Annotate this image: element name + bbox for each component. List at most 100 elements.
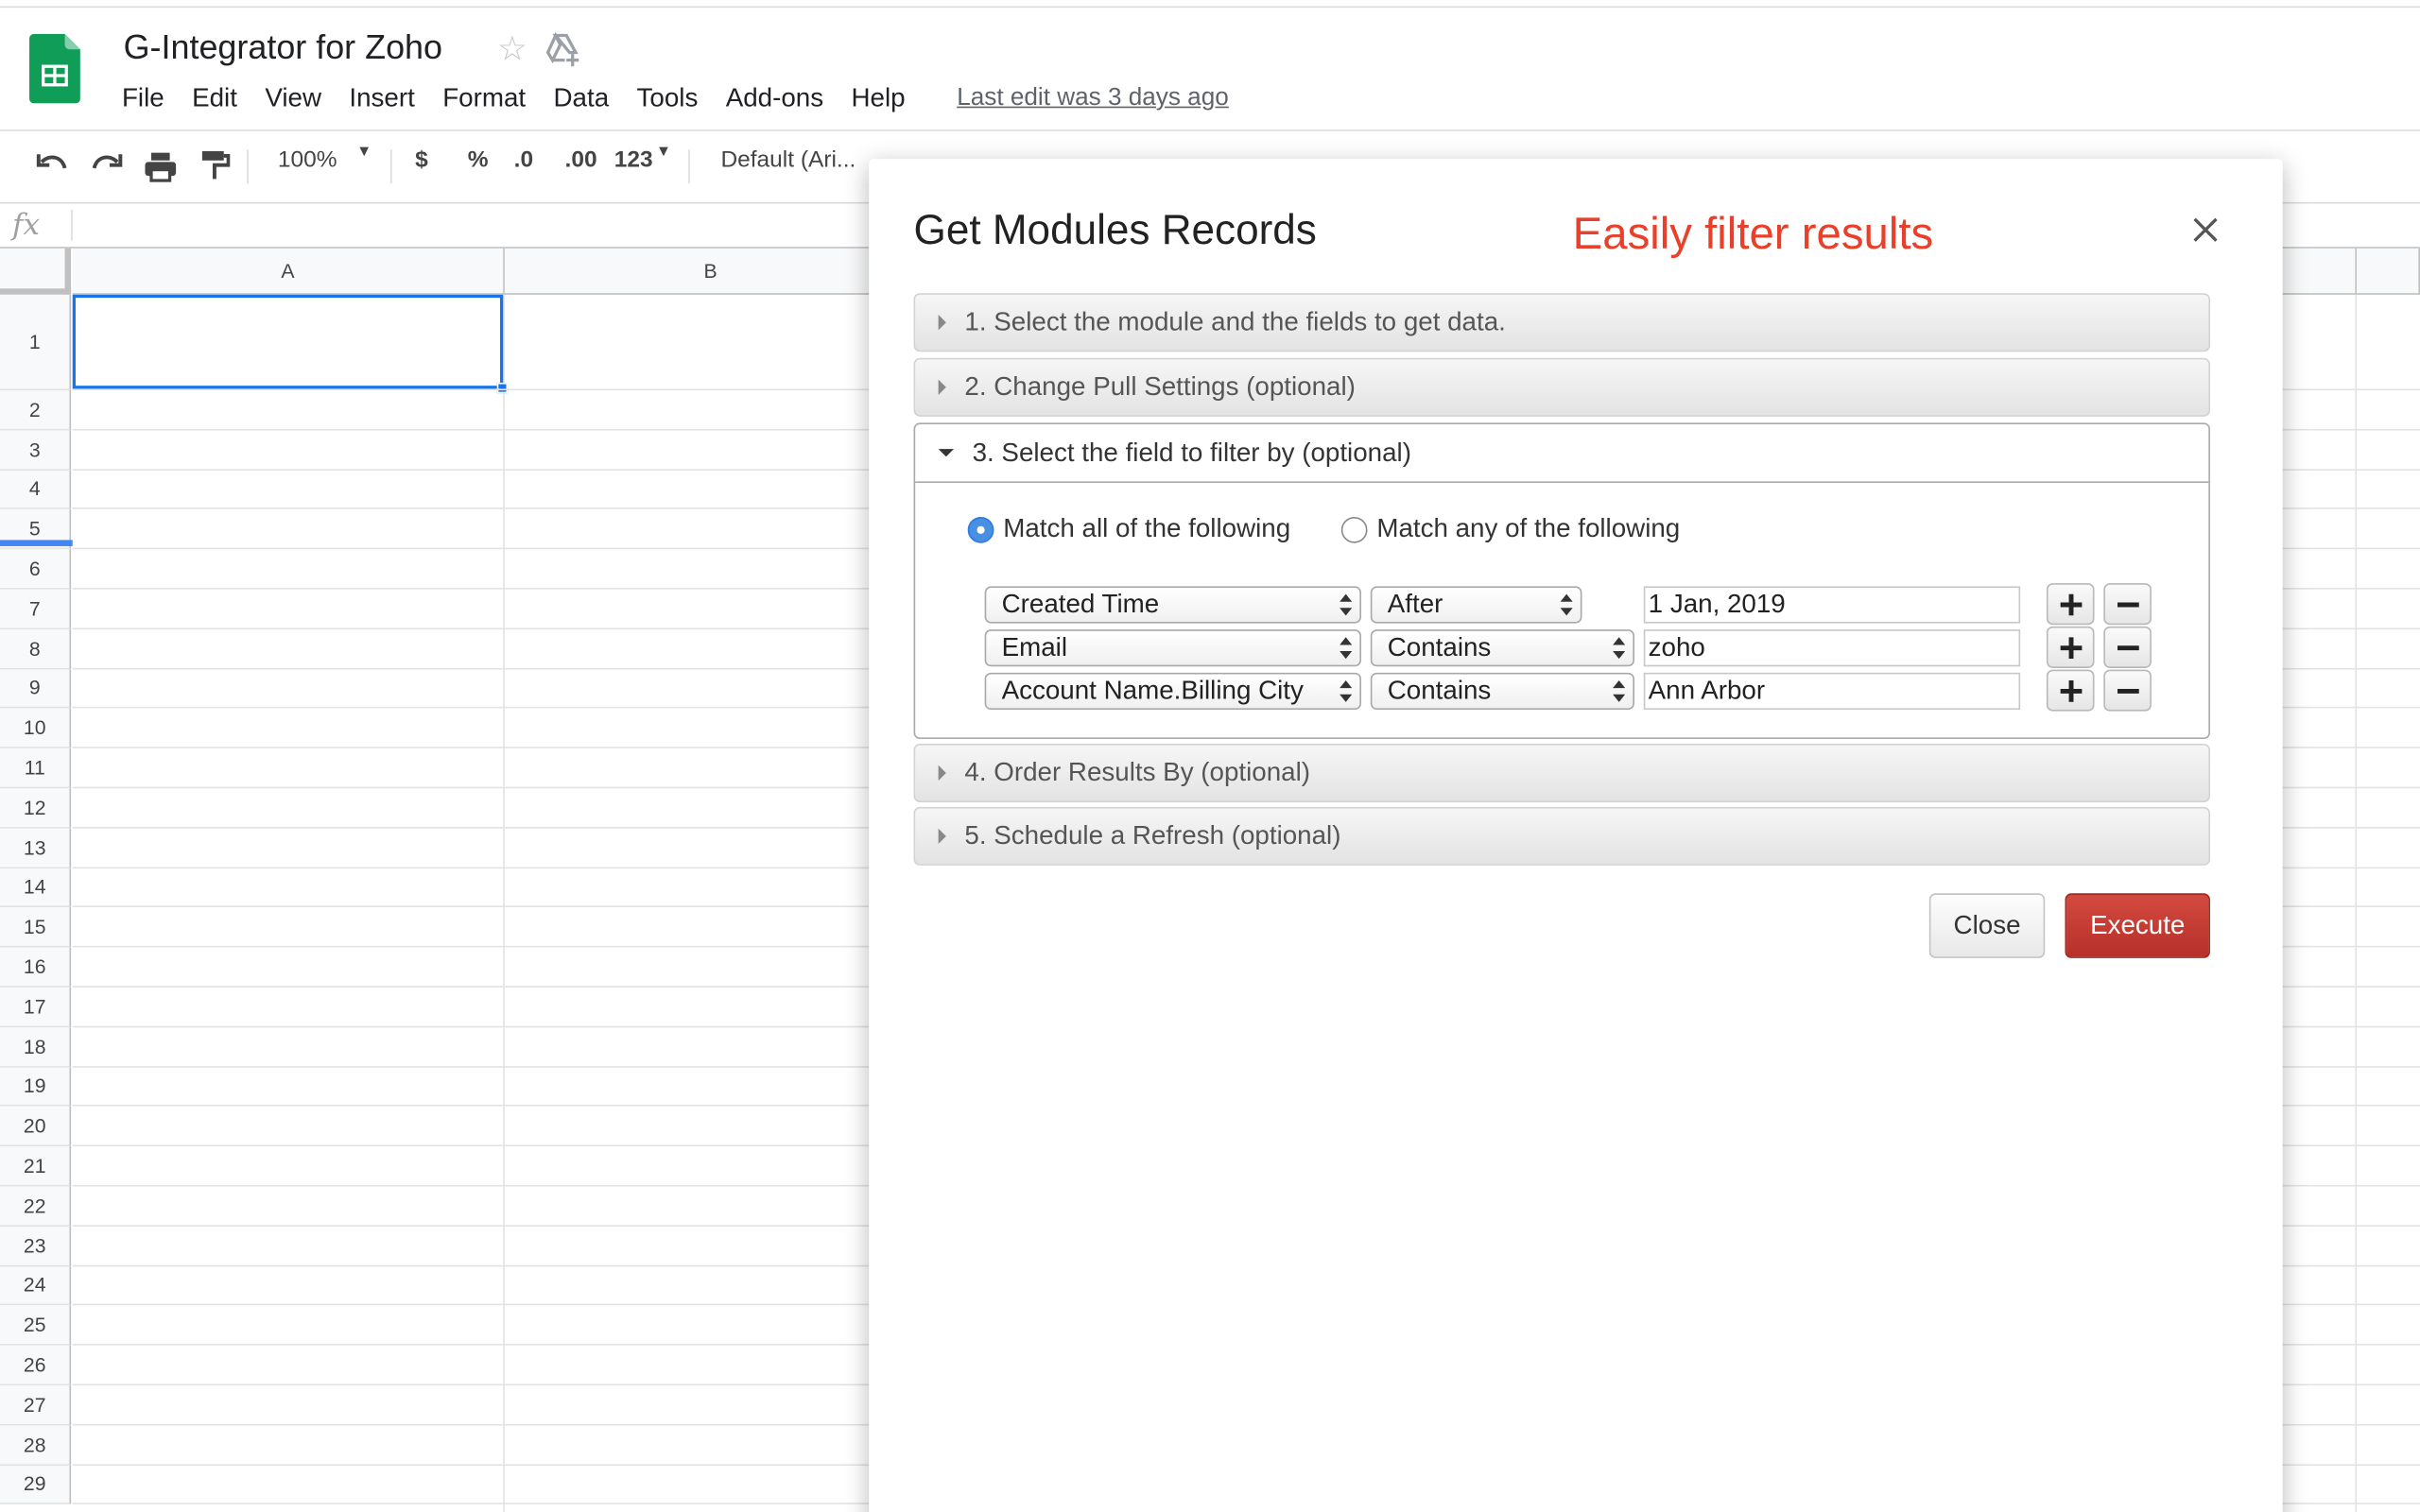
formula-separator: [71, 210, 73, 241]
row-header[interactable]: 9: [0, 668, 72, 710]
font-select[interactable]: Default (Ari...: [720, 146, 856, 173]
filter-value-input[interactable]: Ann Arbor: [1643, 672, 2021, 711]
undo-icon[interactable]: [36, 149, 70, 180]
filter-operator-select[interactable]: Contains: [1370, 629, 1634, 667]
match-any-radio[interactable]: [1340, 516, 1368, 542]
paint-format-icon[interactable]: [199, 148, 231, 182]
menu-data[interactable]: Data: [554, 83, 610, 114]
select-arrows-icon: [1560, 593, 1573, 616]
percent-format-button[interactable]: %: [468, 146, 489, 173]
menu-tools[interactable]: Tools: [637, 83, 699, 114]
row-header[interactable]: 19: [0, 1067, 72, 1108]
menu-view[interactable]: View: [265, 83, 321, 114]
column-gridline: [503, 294, 505, 1512]
close-icon[interactable]: [2188, 213, 2222, 247]
close-button[interactable]: Close: [1928, 893, 2046, 958]
row-header[interactable]: 23: [0, 1226, 72, 1266]
section-select-module[interactable]: 1. Select the module and the fields to g…: [913, 293, 2210, 352]
menu-addons[interactable]: Add-ons: [726, 83, 823, 114]
more-formats-button[interactable]: 123: [614, 146, 653, 173]
filter-operator-select[interactable]: After: [1370, 586, 1582, 624]
zoom-chevron-down-icon[interactable]: ▼: [356, 144, 372, 161]
match-any-option[interactable]: Match any of the following: [1340, 514, 1680, 545]
minus-icon: [2117, 688, 2139, 694]
selected-cell-a1[interactable]: [72, 294, 504, 389]
row-header[interactable]: 7: [0, 589, 72, 629]
add-filter-button[interactable]: [2046, 583, 2095, 626]
match-all-radio[interactable]: [967, 516, 994, 542]
section-label: 5. Schedule a Refresh (optional): [964, 820, 1341, 850]
column-header-c[interactable]: [2357, 248, 2420, 295]
row-header[interactable]: 21: [0, 1146, 72, 1187]
row-header[interactable]: 28: [0, 1425, 72, 1466]
decrease-decimal-button[interactable]: .0: [514, 146, 533, 173]
menu-help[interactable]: Help: [852, 83, 906, 114]
remove-filter-button[interactable]: [2103, 626, 2152, 668]
get-modules-records-dialog: Get Modules Records Easily filter result…: [869, 159, 2283, 1512]
row-header[interactable]: 17: [0, 987, 72, 1028]
last-edit-link[interactable]: Last edit was 3 days ago: [957, 85, 1229, 112]
row-header[interactable]: 22: [0, 1186, 72, 1227]
row-header[interactable]: 6: [0, 549, 72, 590]
row-header[interactable]: 1: [0, 294, 72, 391]
filter-value-input[interactable]: 1 Jan, 2019: [1643, 586, 2021, 624]
row-header[interactable]: 4: [0, 470, 72, 510]
match-all-label: Match all of the following: [1003, 513, 1291, 543]
menu-insert[interactable]: Insert: [349, 83, 414, 114]
star-icon[interactable]: ☆: [497, 29, 527, 69]
select-all-corner[interactable]: [0, 248, 72, 295]
redo-icon[interactable]: [90, 149, 124, 180]
row-header[interactable]: 26: [0, 1345, 72, 1386]
caret-right-icon: [938, 379, 946, 395]
section-schedule-refresh[interactable]: 5. Schedule a Refresh (optional): [913, 806, 2210, 866]
filter-value-input[interactable]: zoho: [1643, 629, 2021, 667]
increase-decimal-button[interactable]: .00: [565, 146, 597, 173]
section-label: 2. Change Pull Settings (optional): [964, 371, 1356, 402]
row-header[interactable]: 11: [0, 748, 72, 789]
row-header[interactable]: 16: [0, 947, 72, 988]
filter-field-select[interactable]: Account Name.Billing City: [984, 672, 1361, 711]
row-header[interactable]: 14: [0, 868, 72, 908]
execute-button[interactable]: Execute: [2065, 893, 2210, 958]
filter-field-select[interactable]: Email: [984, 629, 1361, 667]
select-value: Contains: [1387, 676, 1492, 706]
section-label: 1. Select the module and the fields to g…: [964, 306, 1506, 336]
row-header[interactable]: 29: [0, 1465, 72, 1505]
print-icon[interactable]: [144, 149, 178, 183]
remove-filter-button[interactable]: [2103, 583, 2152, 626]
row-header[interactable]: 3: [0, 430, 72, 471]
section-pull-settings[interactable]: 2. Change Pull Settings (optional): [913, 357, 2210, 417]
zoom-select[interactable]: 100%: [278, 146, 337, 173]
section-filter-header[interactable]: 3. Select the field to filter by (option…: [915, 424, 2209, 484]
column-header-a[interactable]: A: [72, 248, 505, 295]
row-header[interactable]: 10: [0, 709, 72, 749]
currency-format-button[interactable]: $: [415, 146, 428, 173]
menu-format[interactable]: Format: [442, 83, 526, 114]
menu-bar: File Edit View Insert Format Data Tools …: [122, 83, 933, 114]
row-header[interactable]: 24: [0, 1265, 72, 1306]
more-formats-chevron-down-icon[interactable]: ▼: [656, 144, 671, 161]
add-filter-button[interactable]: [2046, 669, 2095, 712]
match-all-option[interactable]: Match all of the following: [967, 513, 1291, 545]
row-header[interactable]: 27: [0, 1385, 72, 1426]
add-filter-button[interactable]: [2046, 626, 2095, 668]
sheets-logo-icon[interactable]: [29, 33, 80, 104]
row-header[interactable]: 18: [0, 1027, 72, 1068]
row-header[interactable]: 12: [0, 788, 72, 829]
remove-filter-button[interactable]: [2103, 669, 2152, 712]
row-header[interactable]: 13: [0, 828, 72, 868]
filter-field-select[interactable]: Created Time: [984, 586, 1361, 624]
menu-file[interactable]: File: [122, 83, 164, 114]
row-header[interactable]: 2: [0, 390, 72, 431]
row-header[interactable]: 20: [0, 1107, 72, 1147]
move-to-drive-icon[interactable]: [544, 31, 581, 68]
filter-operator-select[interactable]: Contains: [1370, 672, 1634, 711]
menu-edit[interactable]: Edit: [192, 83, 237, 114]
row-header[interactable]: 15: [0, 907, 72, 948]
document-title[interactable]: G-Integrator for Zoho: [124, 27, 442, 67]
row-header[interactable]: 8: [0, 628, 72, 669]
row-drag-indicator: [0, 540, 73, 546]
select-arrows-icon: [1340, 680, 1353, 702]
section-order-results[interactable]: 4. Order Results By (optional): [913, 743, 2210, 802]
row-header[interactable]: 25: [0, 1305, 72, 1346]
